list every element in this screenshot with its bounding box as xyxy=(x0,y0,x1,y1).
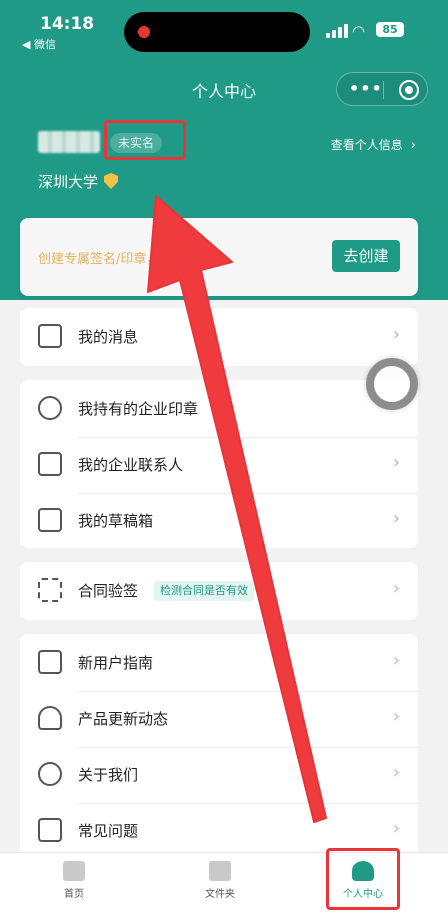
annotation-arrow-shape xyxy=(147,195,327,823)
annotation-arrow xyxy=(147,195,327,823)
